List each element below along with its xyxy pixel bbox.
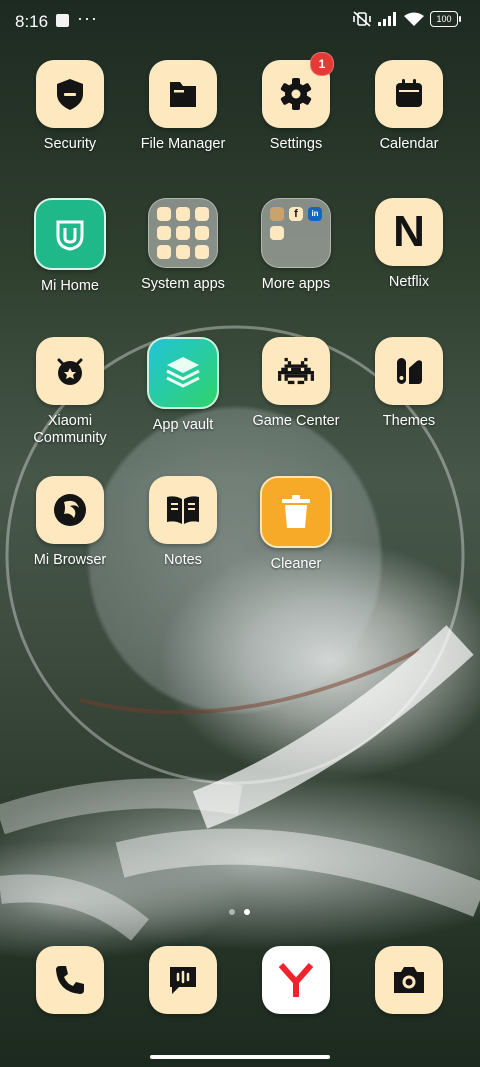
app-notes[interactable]: Notes	[128, 476, 238, 569]
app-netflix[interactable]: N Netflix	[354, 198, 464, 291]
netflix-logo-letter: N	[393, 207, 425, 256]
app-label: Notes	[164, 552, 202, 568]
netflix-icon: N	[375, 198, 443, 266]
dock-camera[interactable]	[354, 946, 464, 1014]
vibrate-off-icon	[353, 11, 371, 27]
themes-icon	[375, 337, 443, 405]
app-calendar[interactable]: Calendar	[354, 60, 464, 153]
messages-icon	[176, 207, 190, 221]
notification-badge: 1	[310, 52, 334, 76]
folder-preview	[157, 207, 209, 259]
status-icons: 100	[352, 11, 461, 27]
app-label: Netflix	[388, 274, 430, 290]
camera-icon	[375, 946, 443, 1014]
messages-icon	[149, 946, 217, 1014]
download-icon	[195, 226, 209, 240]
linkedin-icon: in	[308, 207, 322, 221]
app-label: Game Center	[252, 413, 340, 429]
app-settings[interactable]: 1 Settings	[241, 52, 351, 153]
wifi-icon	[404, 12, 424, 26]
folder-icon	[148, 198, 218, 268]
app-label: Xiaomi Community	[33, 413, 107, 446]
page-dot[interactable]	[229, 909, 235, 915]
dock-phone[interactable]	[15, 946, 125, 1014]
status-time: 8:16	[15, 12, 49, 31]
folder-system-apps[interactable]: System apps	[128, 198, 238, 293]
app-mi-browser[interactable]: Mi Browser	[15, 476, 125, 569]
more-notifications-icon: ···	[77, 8, 98, 28]
app-security[interactable]: Security	[15, 60, 125, 153]
app-mi-home[interactable]: Mi Home	[15, 198, 125, 295]
app-game-center[interactable]: Game Center	[241, 337, 351, 430]
home-gesture-bar[interactable]	[150, 1055, 330, 1059]
invader-icon	[262, 337, 330, 405]
mail-icon	[176, 245, 190, 259]
app-file-manager[interactable]: File Manager	[128, 60, 238, 153]
page-dot-active[interactable]	[244, 909, 250, 915]
dock-messages[interactable]	[128, 946, 238, 1014]
app-xiaomi-community[interactable]: Xiaomi Community	[15, 337, 125, 447]
folder-more-apps[interactable]: f in More apps	[241, 198, 351, 293]
app-label: File Manager	[140, 136, 226, 152]
cast-icon	[195, 245, 209, 259]
mi-home-icon	[34, 198, 106, 270]
app-themes[interactable]: Themes	[354, 337, 464, 430]
app-label: Mi Browser	[33, 552, 107, 568]
trash-icon	[260, 476, 332, 548]
scanner-icon	[176, 226, 190, 240]
app-label: More apps	[261, 276, 331, 292]
cake-icon	[270, 207, 284, 221]
app-label: Mi Home	[40, 278, 99, 294]
signal-icon	[378, 12, 396, 26]
folder-icon	[149, 60, 217, 128]
shield-icon	[36, 60, 104, 128]
app-label: Calendar	[379, 136, 439, 152]
facebook-icon: f	[289, 207, 303, 221]
app-label: App vault	[152, 417, 214, 433]
page-indicator[interactable]	[229, 909, 250, 915]
app-cleaner[interactable]: Cleaner	[241, 476, 351, 573]
yandex-icon	[262, 946, 330, 1014]
app-label: Settings	[269, 136, 323, 152]
book-icon	[149, 476, 217, 544]
contacts-icon	[157, 207, 171, 221]
app-label: Security	[43, 136, 97, 152]
notification-icon	[56, 14, 69, 27]
folder-preview: f in	[270, 207, 322, 259]
community-icon	[36, 337, 104, 405]
calendar-icon	[375, 60, 443, 128]
compass-icon	[157, 245, 171, 259]
layers-icon	[147, 337, 219, 409]
app-label: Cleaner	[270, 556, 322, 572]
clock-icon	[195, 207, 209, 221]
app-app-vault[interactable]: App vault	[128, 337, 238, 434]
browser-icon	[36, 476, 104, 544]
app-label: System apps	[141, 276, 225, 292]
spotify-icon	[270, 226, 284, 240]
battery-icon: 100	[430, 11, 461, 27]
app-label: Themes	[382, 413, 436, 429]
recorder-icon	[157, 226, 171, 240]
folder-icon: f in	[261, 198, 331, 268]
phone-icon	[36, 946, 104, 1014]
status-bar: 8:16 ··· 100	[0, 0, 480, 44]
dock-yandex[interactable]	[241, 946, 351, 1014]
